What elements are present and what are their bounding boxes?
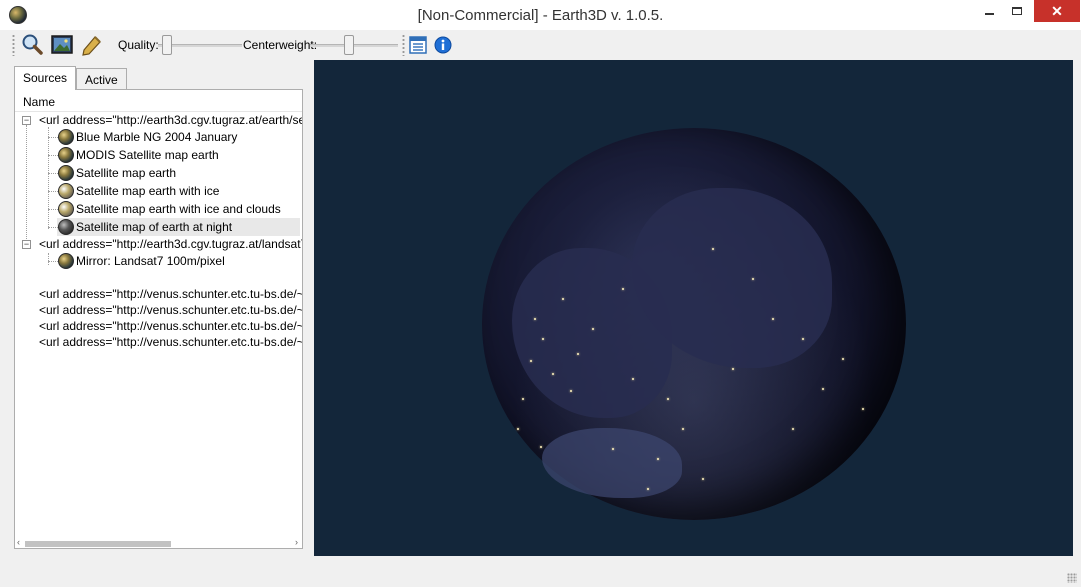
globe-icon xyxy=(58,253,74,269)
city-light xyxy=(534,318,536,320)
centerweight-label: Centerweight: xyxy=(243,38,318,52)
city-light xyxy=(522,398,524,400)
tree-item-satellite-ice-clouds[interactable]: Satellite map earth with ice and clouds xyxy=(76,200,281,218)
name-column-header[interactable]: Name xyxy=(15,90,302,112)
landmass xyxy=(542,428,682,498)
quality-slider[interactable] xyxy=(158,35,242,55)
tree-connector xyxy=(26,125,27,245)
city-light xyxy=(842,358,844,360)
scroll-right-arrow-icon[interactable]: › xyxy=(295,537,298,547)
city-light xyxy=(542,338,544,340)
city-light xyxy=(667,398,669,400)
info-icon[interactable] xyxy=(433,35,453,55)
toolbar-grip[interactable] xyxy=(12,34,15,56)
globe-clouds-icon xyxy=(58,201,74,217)
resize-grip-icon[interactable] xyxy=(1067,573,1077,583)
expander-group-2[interactable]: − xyxy=(22,240,31,249)
tree-item-modis[interactable]: MODIS Satellite map earth xyxy=(76,146,219,164)
city-light xyxy=(612,448,614,450)
city-light xyxy=(752,278,754,280)
city-light xyxy=(540,446,542,448)
magnifier-icon[interactable] xyxy=(20,33,44,57)
tree-connector xyxy=(48,191,58,192)
city-light xyxy=(647,488,649,490)
maximize-icon xyxy=(1012,7,1022,15)
tree-item-satellite-night[interactable]: Satellite map of earth at night xyxy=(76,218,232,236)
night-earth-globe[interactable] xyxy=(482,128,906,520)
globe-ice-icon xyxy=(58,183,74,199)
city-light xyxy=(530,360,532,362)
city-light xyxy=(552,373,554,375)
status-bar xyxy=(0,556,1081,587)
earth-3d-view[interactable] xyxy=(314,60,1073,556)
globe-icon xyxy=(58,129,74,145)
globe-icon xyxy=(58,165,74,181)
centerweight-slider[interactable] xyxy=(310,35,398,55)
tree-connector xyxy=(48,261,58,262)
tree-connector xyxy=(48,137,58,138)
city-light xyxy=(592,328,594,330)
city-light xyxy=(822,388,824,390)
tree-horizontal-scrollbar[interactable]: ‹ › xyxy=(15,537,302,548)
tree-item-blue-marble[interactable]: Blue Marble NG 2004 January xyxy=(76,128,237,146)
city-light xyxy=(632,378,634,380)
title-bar: [Non-Commercial] - Earth3D v. 1.0.5. ✕ xyxy=(0,0,1081,30)
city-light xyxy=(577,353,579,355)
tree-item-satellite-map[interactable]: Satellite map earth xyxy=(76,164,176,182)
city-light xyxy=(772,318,774,320)
city-light xyxy=(802,338,804,340)
window-title: [Non-Commercial] - Earth3D v. 1.0.5. xyxy=(417,7,664,24)
close-button[interactable]: ✕ xyxy=(1034,0,1080,22)
list-icon[interactable] xyxy=(408,35,428,55)
city-light xyxy=(570,390,572,392)
quality-slider-thumb[interactable] xyxy=(162,35,172,55)
tree-item-landsat-mirror[interactable]: Mirror: Landsat7 100m/pixel xyxy=(76,252,225,270)
city-light xyxy=(732,368,734,370)
tree-group-1[interactable]: <url address="http://earth3d.cgv.tugraz.… xyxy=(39,111,302,129)
quality-label: Quality: xyxy=(118,38,159,52)
city-light xyxy=(517,428,519,430)
tree-connector xyxy=(48,227,58,228)
minimize-icon xyxy=(984,13,994,15)
city-light xyxy=(682,428,684,430)
globe-night-icon xyxy=(58,219,74,235)
source-tree[interactable]: Name − <url address="http://earth3d.cgv.… xyxy=(14,89,303,549)
tab-sources[interactable]: Sources xyxy=(14,66,76,90)
centerweight-slider-track xyxy=(310,44,398,47)
city-light xyxy=(792,428,794,430)
globe-icon xyxy=(58,147,74,163)
tab-active[interactable]: Active xyxy=(76,68,127,89)
tree-url-venus-4[interactable]: <url address="http://venus.schunter.etc.… xyxy=(39,333,302,351)
centerweight-slider-thumb[interactable] xyxy=(344,35,354,55)
picture-icon[interactable] xyxy=(50,33,74,57)
city-light xyxy=(862,408,864,410)
name-column-label: Name xyxy=(23,95,56,109)
pencil-icon[interactable] xyxy=(80,33,104,57)
tree-connector xyxy=(48,209,58,210)
city-light xyxy=(702,478,704,480)
tree-connector xyxy=(48,173,58,174)
tree-scroll-thumb[interactable] xyxy=(25,541,171,547)
scroll-left-arrow-icon[interactable]: ‹ xyxy=(17,537,20,547)
tree-connector xyxy=(48,127,49,229)
city-light xyxy=(622,288,624,290)
toolbar: Quality: Centerweight: xyxy=(0,30,1081,60)
tree-connector xyxy=(48,155,58,156)
city-light xyxy=(712,248,714,250)
tree-connector xyxy=(48,253,49,265)
expander-group-1[interactable]: − xyxy=(22,116,31,125)
city-light xyxy=(657,458,659,460)
tree-group-2[interactable]: <url address="http://earth3d.cgv.tugraz.… xyxy=(39,235,302,253)
city-light xyxy=(562,298,564,300)
tree-item-satellite-ice[interactable]: Satellite map earth with ice xyxy=(76,182,219,200)
maximize-button[interactable] xyxy=(1000,0,1034,22)
toolbar-grip-2[interactable] xyxy=(402,34,405,56)
